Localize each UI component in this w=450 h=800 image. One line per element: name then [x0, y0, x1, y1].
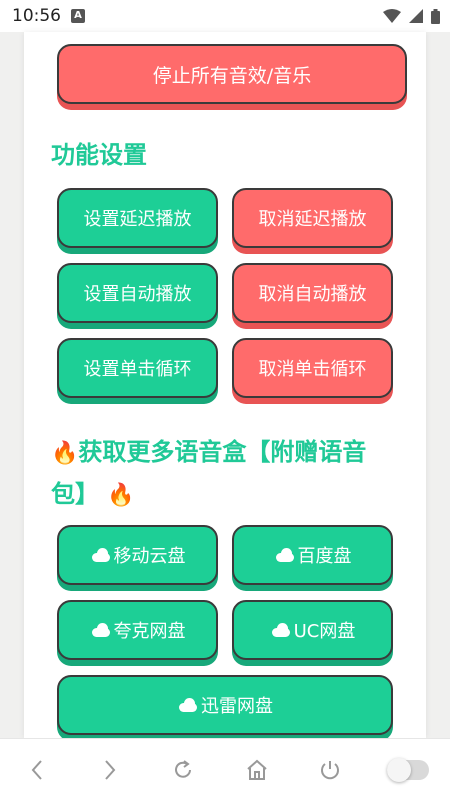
signal-icon [409, 9, 423, 23]
battery-icon [431, 8, 440, 24]
cloud-icon [270, 623, 292, 637]
toggle-track [387, 757, 430, 782]
notification-a-icon: A [71, 9, 85, 23]
forward-button[interactable] [90, 750, 130, 790]
uc-cloud-button[interactable]: UC网盘 [232, 600, 393, 660]
set-auto-label: 设置自动播放 [83, 284, 192, 305]
set-delay-button[interactable]: 设置延迟播放 [57, 188, 218, 248]
cancel-loop-label: 取消单击循环 [258, 359, 367, 380]
wifi-icon [383, 9, 401, 23]
cloud-icon [274, 548, 296, 562]
xunlei-cloud-button[interactable]: 迅雷网盘 [57, 675, 393, 735]
stop-all-label: 停止所有音效/音乐 [152, 64, 312, 87]
set-delay-label: 设置延迟播放 [83, 209, 192, 230]
yidong-label: 移动云盘 [113, 546, 186, 567]
refresh-button[interactable] [163, 750, 203, 790]
status-bar: 10:56 A [0, 0, 450, 32]
cancel-auto-button[interactable]: 取消自动播放 [232, 263, 393, 323]
baidu-cloud-button[interactable]: 百度盘 [232, 525, 393, 585]
kuake-label: 夸克网盘 [113, 621, 186, 642]
page-panel: 停止所有音效/音乐 功能设置 设置延迟播放 取消延迟播放 设置自动播放 取消自动… [24, 32, 426, 738]
home-button[interactable] [237, 750, 277, 790]
stop-all-button[interactable]: 停止所有音效/音乐 [57, 44, 407, 104]
bottom-nav-bar [0, 738, 450, 800]
cancel-delay-label: 取消延迟播放 [258, 209, 367, 230]
cloud-icon [177, 698, 199, 712]
status-icons [383, 8, 440, 24]
set-loop-button[interactable]: 设置单击循环 [57, 338, 218, 398]
toggle-switch[interactable] [383, 750, 433, 790]
kuake-cloud-button[interactable]: 夸克网盘 [57, 600, 218, 660]
cancel-delay-button[interactable]: 取消延迟播放 [232, 188, 393, 248]
set-auto-button[interactable]: 设置自动播放 [57, 263, 218, 323]
cloud-icon [90, 548, 112, 562]
home-icon [246, 759, 267, 780]
power-button[interactable] [310, 750, 350, 790]
more-section-title: 🔥获取更多语音盒【附赠语音 包】 🔥 [51, 432, 411, 516]
yidong-cloud-button[interactable]: 移动云盘 [57, 525, 218, 585]
refresh-icon [175, 759, 192, 778]
cloud-icon [90, 623, 112, 637]
status-time: 10:56 [12, 6, 61, 26]
more-title-line2: 包】 [51, 480, 99, 508]
cancel-loop-button[interactable]: 取消单击循环 [232, 338, 393, 398]
back-button[interactable] [17, 750, 57, 790]
forward-icon [105, 759, 116, 780]
uc-label: UC网盘 [293, 621, 356, 642]
more-title-line1: 获取更多语音盒【附赠语音 [78, 438, 367, 466]
back-icon [31, 759, 42, 780]
settings-section-title: 功能设置 [51, 141, 147, 169]
set-loop-label: 设置单击循环 [83, 359, 192, 380]
fire-icon: 🔥 [107, 483, 135, 508]
cancel-auto-label: 取消自动播放 [258, 284, 367, 305]
baidu-label: 百度盘 [297, 546, 352, 567]
power-icon [320, 760, 339, 779]
xunlei-label: 迅雷网盘 [201, 696, 273, 717]
fire-icon: 🔥 [51, 441, 79, 466]
